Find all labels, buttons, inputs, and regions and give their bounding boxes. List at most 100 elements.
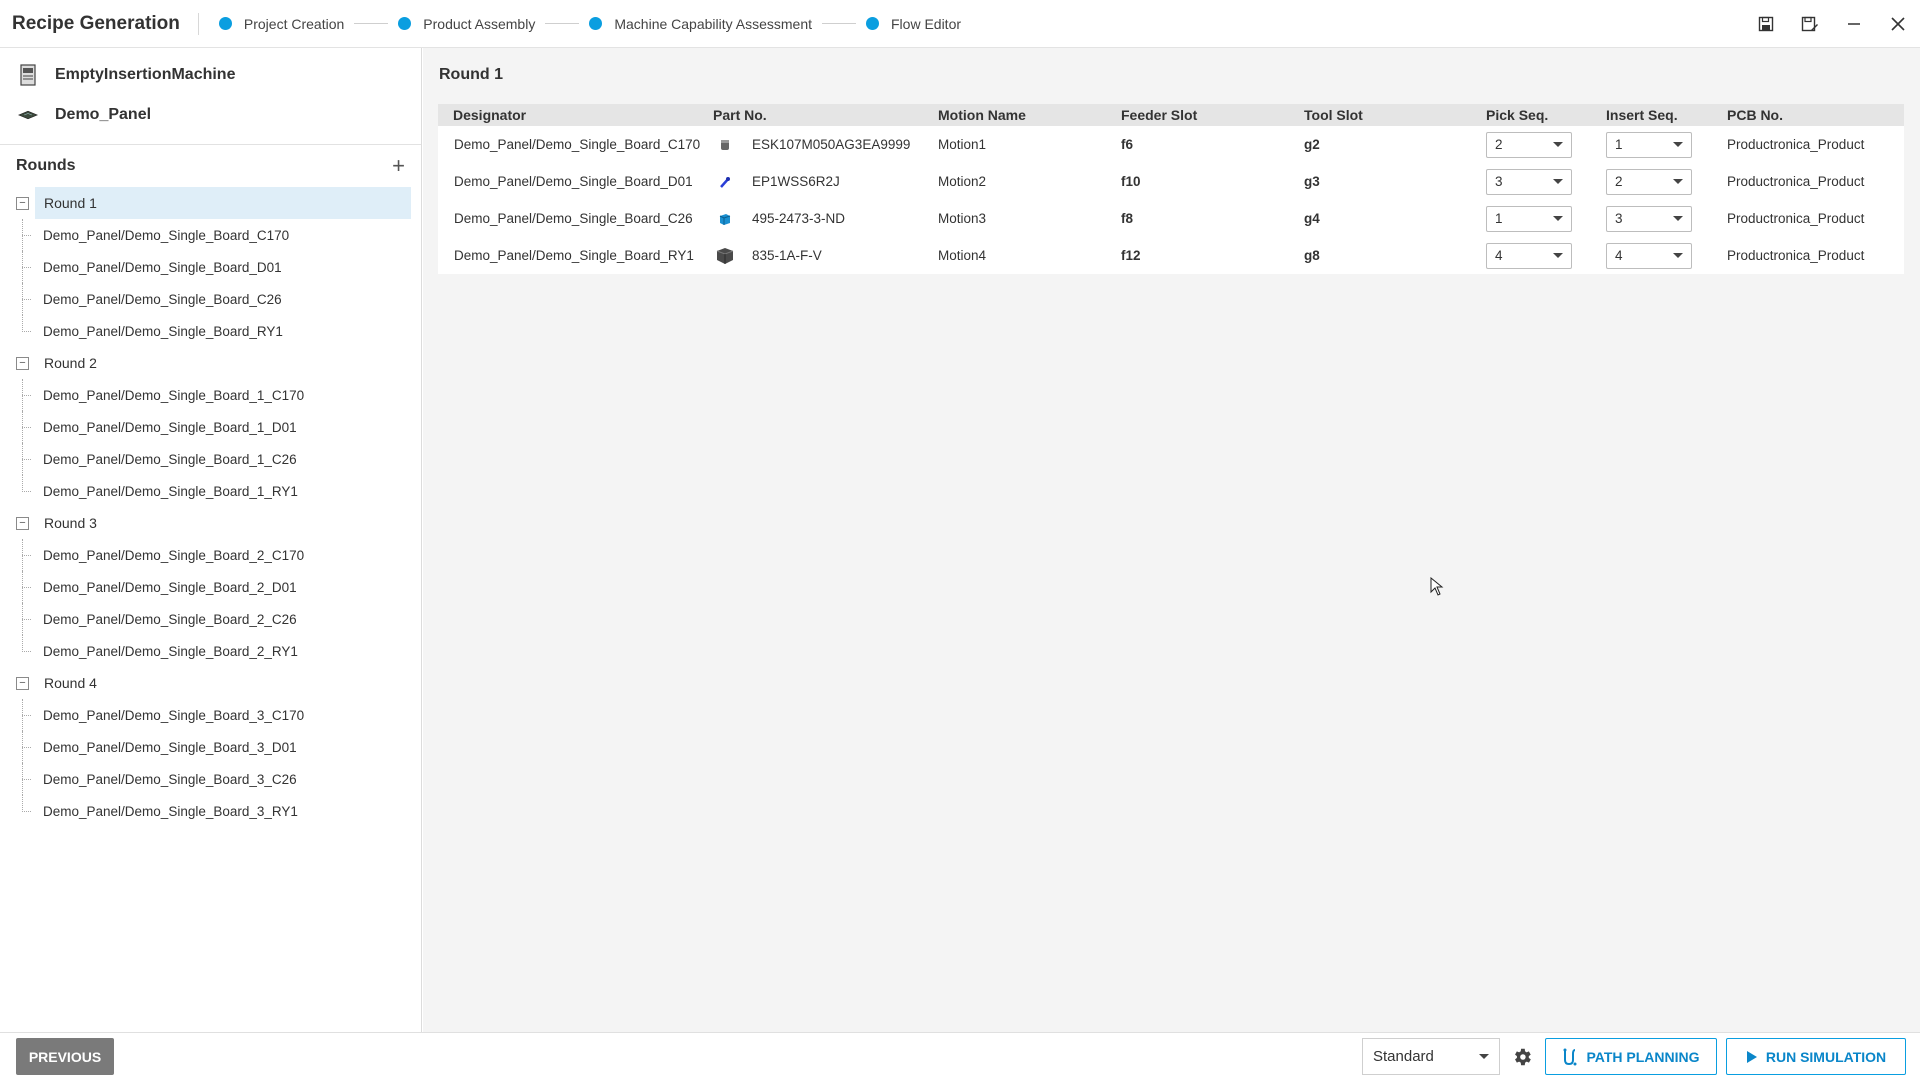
chevron-down-icon [1673, 142, 1683, 147]
tree-leaf[interactable]: Demo_Panel/Demo_Single_Board_RY1 [16, 315, 411, 347]
pick-seq-select[interactable]: 4 [1486, 242, 1572, 269]
designator-cell: Demo_Panel/Demo_Single_Board_D01 [454, 174, 693, 189]
close-icon[interactable] [1876, 0, 1920, 48]
save-as-icon[interactable] [1788, 0, 1832, 48]
tree-leaf[interactable]: Demo_Panel/Demo_Single_Board_1_C26 [16, 443, 411, 475]
tree-leaf[interactable]: Demo_Panel/Demo_Single_Board_3_C26 [16, 763, 411, 795]
rounds-tree: − Round 1 Demo_Panel/Demo_Single_Board_C… [0, 187, 421, 827]
chevron-down-icon [1553, 179, 1563, 184]
col-header[interactable]: Insert Seq. [1604, 107, 1725, 123]
select-value: 4 [1615, 248, 1623, 263]
insert-seq-select[interactable]: 3 [1606, 205, 1692, 232]
tree-round-2[interactable]: − Round 2 [16, 347, 411, 379]
pick-seq-select[interactable]: 2 [1486, 131, 1572, 158]
tree-leaf[interactable]: Demo_Panel/Demo_Single_Board_3_C170 [16, 699, 411, 731]
part-cell: EP1WSS6R2J [710, 174, 935, 189]
collapse-icon[interactable]: − [16, 516, 29, 530]
capacitor-icon [713, 138, 737, 152]
play-icon [1746, 1050, 1757, 1063]
tree-leaf[interactable]: Demo_Panel/Demo_Single_Board_1_D01 [16, 411, 411, 443]
tree-leaf[interactable]: Demo_Panel/Demo_Single_Board_D01 [16, 251, 411, 283]
tree-leaf[interactable]: Demo_Panel/Demo_Single_Board_2_RY1 [16, 635, 411, 667]
collapse-icon[interactable]: − [16, 196, 29, 210]
tree-leaf[interactable]: Demo_Panel/Demo_Single_Board_1_RY1 [16, 475, 411, 507]
tree-leaf[interactable]: Demo_Panel/Demo_Single_Board_2_C26 [16, 603, 411, 635]
table-row[interactable]: Demo_Panel/Demo_Single_Board_C26 495-247… [438, 200, 1904, 237]
run-simulation-button[interactable]: RUN SIMULATION [1726, 1038, 1906, 1075]
select-value: 3 [1495, 174, 1503, 189]
step-label: Machine Capability Assessment [614, 15, 812, 32]
tool-cell: g4 [1304, 211, 1320, 226]
save-icon[interactable] [1744, 0, 1788, 48]
tree-leaf[interactable]: Demo_Panel/Demo_Single_Board_2_C170 [16, 539, 411, 571]
table-row[interactable]: Demo_Panel/Demo_Single_Board_RY1 835-1A-… [438, 237, 1904, 274]
round-label[interactable]: Round 3 [35, 507, 411, 539]
run-simulation-label: RUN SIMULATION [1765, 1048, 1887, 1065]
step-product-assembly[interactable]: Product Assembly [398, 16, 535, 32]
collapse-icon[interactable]: − [16, 356, 29, 370]
relay-icon [713, 246, 737, 266]
machine-icon [18, 64, 38, 86]
col-header[interactable]: Feeder Slot [1118, 107, 1301, 123]
mode-value: Standard [1373, 1048, 1434, 1065]
tree-leaf[interactable]: Demo_Panel/Demo_Single_Board_C170 [16, 219, 411, 251]
previous-button[interactable]: PREVIOUS [16, 1038, 114, 1075]
insert-seq-cell: 3 [1604, 205, 1725, 232]
table-row[interactable]: Demo_Panel/Demo_Single_Board_C170 ESK107… [438, 126, 1904, 163]
minimize-icon[interactable] [1832, 0, 1876, 48]
chevron-down-icon [1673, 216, 1683, 221]
step-label: Product Assembly [423, 15, 536, 32]
part-cell: 835-1A-F-V [710, 246, 935, 266]
round-label[interactable]: Round 4 [35, 667, 411, 699]
tree-round-1[interactable]: − Round 1 [16, 187, 411, 219]
tree-round-4[interactable]: − Round 4 [16, 667, 411, 699]
motion-cell: Motion4 [938, 248, 987, 263]
tool-cell: g2 [1304, 137, 1320, 152]
step-machine-capability[interactable]: Machine Capability Assessment [589, 16, 812, 32]
box-capacitor-icon [713, 212, 737, 226]
rounds-header: Rounds + [0, 145, 421, 187]
machine-item[interactable]: EmptyInsertionMachine [0, 55, 421, 95]
tree-leaf[interactable]: Demo_Panel/Demo_Single_Board_3_D01 [16, 731, 411, 763]
col-header[interactable]: PCB No. [1725, 107, 1904, 123]
add-round-icon[interactable]: + [392, 155, 405, 177]
insert-seq-select[interactable]: 1 [1606, 131, 1692, 158]
tree-round-3[interactable]: − Round 3 [16, 507, 411, 539]
table-row[interactable]: Demo_Panel/Demo_Single_Board_D01 EP1WSS6… [438, 163, 1904, 200]
tree-leaf[interactable]: Demo_Panel/Demo_Single_Board_3_RY1 [16, 795, 411, 827]
stepper: Project Creation Product Assembly Machin… [218, 16, 961, 32]
insert-seq-cell: 2 [1604, 168, 1725, 195]
col-header[interactable]: Designator [438, 107, 710, 123]
main-content: Round 1 Designator Part No. Motion Name … [423, 48, 1920, 1032]
insert-seq-select[interactable]: 4 [1606, 242, 1692, 269]
col-header[interactable]: Pick Seq. [1484, 107, 1604, 123]
feeder-cell: f12 [1121, 248, 1141, 263]
select-value: 2 [1615, 174, 1623, 189]
tree-leaf[interactable]: Demo_Panel/Demo_Single_Board_C26 [16, 283, 411, 315]
motion-cell: Motion1 [938, 137, 987, 152]
part-number: ESK107M050AG3EA9999 [752, 137, 911, 152]
col-header[interactable]: Tool Slot [1301, 107, 1484, 123]
pick-seq-cell: 2 [1484, 131, 1604, 158]
collapse-icon[interactable]: − [16, 676, 29, 690]
path-planning-button[interactable]: PATH PLANNING [1545, 1038, 1717, 1075]
insert-seq-select[interactable]: 2 [1606, 168, 1692, 195]
tree-leaf[interactable]: Demo_Panel/Demo_Single_Board_1_C170 [16, 379, 411, 411]
pick-seq-select[interactable]: 3 [1486, 168, 1572, 195]
col-header[interactable]: Motion Name [935, 107, 1118, 123]
path-planning-label: PATH PLANNING [1586, 1048, 1700, 1065]
col-header[interactable]: Part No. [710, 107, 935, 123]
window-controls [1744, 0, 1920, 48]
step-flow-editor[interactable]: Flow Editor [866, 16, 961, 32]
round-label[interactable]: Round 1 [35, 187, 411, 219]
round-label[interactable]: Round 2 [35, 347, 411, 379]
pick-seq-select[interactable]: 1 [1486, 205, 1572, 232]
step-project-creation[interactable]: Project Creation [218, 16, 344, 32]
tree-leaf[interactable]: Demo_Panel/Demo_Single_Board_2_D01 [16, 571, 411, 603]
mode-select[interactable]: Standard [1362, 1038, 1500, 1075]
recipe-table: Designator Part No. Motion Name Feeder S… [438, 104, 1904, 274]
gear-icon[interactable] [1511, 1046, 1533, 1068]
panel-item[interactable]: Demo_Panel [0, 95, 421, 135]
panel-name: Demo_Panel [55, 106, 152, 123]
part-number: 835-1A-F-V [752, 248, 822, 263]
